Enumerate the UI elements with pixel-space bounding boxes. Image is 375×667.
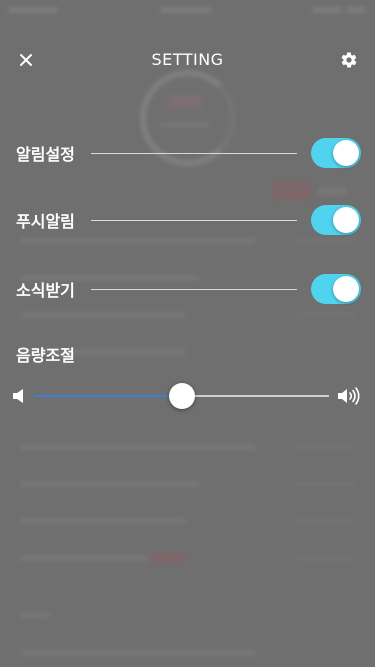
volume-track[interactable] <box>34 383 329 409</box>
push-toggle[interactable] <box>311 205 361 235</box>
volume-thumb[interactable] <box>168 383 195 409</box>
speaker-loud-icon <box>338 387 360 405</box>
divider <box>90 152 297 154</box>
settings-overlay: SETTING 알림설정 푸시알림 소식받기 음량조절 <box>0 0 375 667</box>
page-title: SETTING <box>151 50 224 69</box>
volume-slider[interactable] <box>12 382 361 410</box>
setting-label: 알림설정 <box>16 145 75 164</box>
setting-row-news: 소식받기 <box>16 271 361 307</box>
settings-screen: SETTING 알림설정 푸시알림 소식받기 음량조절 <box>0 0 375 667</box>
toggle-knob <box>333 276 359 302</box>
toggle-knob <box>333 140 359 166</box>
setting-label: 푸시알림 <box>16 212 75 231</box>
volume-fill <box>34 395 182 397</box>
setting-label: 소식받기 <box>16 281 75 300</box>
setting-row-notifications: 알림설정 <box>16 135 361 171</box>
news-toggle[interactable] <box>311 274 361 304</box>
notifications-toggle[interactable] <box>311 138 361 168</box>
divider <box>90 288 297 290</box>
speaker-mute-icon <box>13 389 23 403</box>
toggle-knob <box>333 207 359 233</box>
setting-row-push: 푸시알림 <box>16 202 361 238</box>
divider <box>90 219 297 221</box>
gear-icon <box>341 52 357 68</box>
settings-gear-button[interactable] <box>337 48 361 72</box>
volume-label: 음량조절 <box>16 346 75 365</box>
